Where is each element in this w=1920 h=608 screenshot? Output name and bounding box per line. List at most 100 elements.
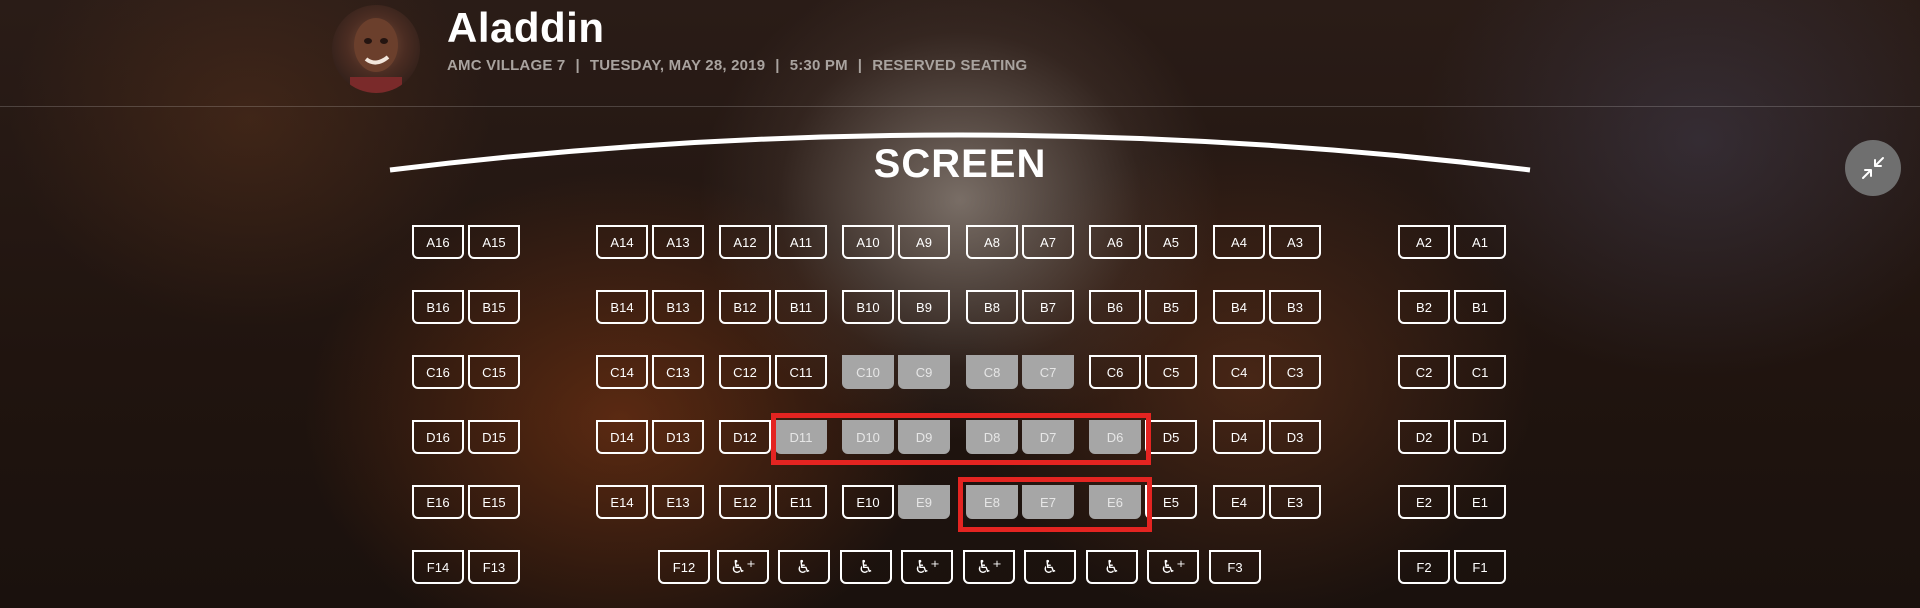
seat-d16[interactable]: D16 — [412, 420, 464, 454]
seat-a12[interactable]: A12 — [719, 225, 771, 259]
seat-b14[interactable]: B14 — [596, 290, 648, 324]
show-time: 5:30 PM — [789, 57, 848, 74]
wheelchair-icon: ♿⁺ — [1160, 557, 1186, 577]
seat-a13[interactable]: A13 — [652, 225, 704, 259]
seat-e1[interactable]: E1 — [1454, 485, 1506, 519]
seat-b3[interactable]: B3 — [1269, 290, 1321, 324]
seat-e2[interactable]: E2 — [1398, 485, 1450, 519]
seat-a2[interactable]: A2 — [1398, 225, 1450, 259]
seat-b15[interactable]: B15 — [468, 290, 520, 324]
wheelchair-icon: ♿⁺ — [976, 557, 1002, 577]
seat-d5[interactable]: D5 — [1145, 420, 1197, 454]
seat-e10[interactable]: E10 — [842, 485, 894, 519]
seat-e15[interactable]: E15 — [468, 485, 520, 519]
seat-d13[interactable]: D13 — [652, 420, 704, 454]
showtime-header: Aladdin AMC VILLAGE 7 | TUESDAY, MAY 28,… — [0, 0, 1920, 107]
wheelchair-icon: ♿⁺ — [730, 557, 756, 577]
seat-a6[interactable]: A6 — [1089, 225, 1141, 259]
separator: | — [857, 57, 863, 74]
seat-b2[interactable]: B2 — [1398, 290, 1450, 324]
seat-f3[interactable]: F3 — [1209, 550, 1261, 584]
seat-d1[interactable]: D1 — [1454, 420, 1506, 454]
seat-c5[interactable]: C5 — [1145, 355, 1197, 389]
seat-e16[interactable]: E16 — [412, 485, 464, 519]
seat-a3[interactable]: A3 — [1269, 225, 1321, 259]
seat-c16[interactable]: C16 — [412, 355, 464, 389]
seat-c1[interactable]: C1 — [1454, 355, 1506, 389]
seat-c11[interactable]: C11 — [775, 355, 827, 389]
seat-a16[interactable]: A16 — [412, 225, 464, 259]
seat-e3[interactable]: E3 — [1269, 485, 1321, 519]
wheelchair-icon: ♿ — [1041, 557, 1059, 577]
seat-c6[interactable]: C6 — [1089, 355, 1141, 389]
seat-b16[interactable]: B16 — [412, 290, 464, 324]
wheelchair-seat[interactable]: ♿ — [840, 550, 892, 584]
seat-c4[interactable]: C4 — [1213, 355, 1265, 389]
seat-c8: C8 — [966, 355, 1018, 389]
seat-a4[interactable]: A4 — [1213, 225, 1265, 259]
seat-c14[interactable]: C14 — [596, 355, 648, 389]
seat-b13[interactable]: B13 — [652, 290, 704, 324]
seat-c12[interactable]: C12 — [719, 355, 771, 389]
wheelchair-icon: ♿⁺ — [914, 557, 940, 577]
seat-d3[interactable]: D3 — [1269, 420, 1321, 454]
seat-a5[interactable]: A5 — [1145, 225, 1197, 259]
separator: | — [575, 57, 580, 74]
seat-c2[interactable]: C2 — [1398, 355, 1450, 389]
seat-b5[interactable]: B5 — [1145, 290, 1197, 324]
seat-a10[interactable]: A10 — [842, 225, 894, 259]
seat-e11[interactable]: E11 — [775, 485, 827, 519]
wheelchair-seat[interactable]: ♿ — [778, 550, 830, 584]
theater-name: AMC VILLAGE 7 — [447, 57, 566, 74]
seat-d12[interactable]: D12 — [719, 420, 771, 454]
seat-d15[interactable]: D15 — [468, 420, 520, 454]
seat-b6[interactable]: B6 — [1089, 290, 1141, 324]
seat-b7[interactable]: B7 — [1022, 290, 1074, 324]
seat-d2[interactable]: D2 — [1398, 420, 1450, 454]
wheelchair-seat[interactable]: ♿⁺ — [963, 550, 1015, 584]
seat-b10[interactable]: B10 — [842, 290, 894, 324]
wheelchair-seat[interactable]: ♿ — [1024, 550, 1076, 584]
seat-a8[interactable]: A8 — [966, 225, 1018, 259]
seat-a14[interactable]: A14 — [596, 225, 648, 259]
selection-highlight-row-e — [958, 477, 1152, 532]
wheelchair-icon: ♿ — [1103, 557, 1121, 577]
seat-e13[interactable]: E13 — [652, 485, 704, 519]
seat-a9[interactable]: A9 — [898, 225, 950, 259]
seat-c3[interactable]: C3 — [1269, 355, 1321, 389]
seat-a11[interactable]: A11 — [775, 225, 827, 259]
showtime-details: AMC VILLAGE 7 | TUESDAY, MAY 28, 2019 | … — [447, 57, 1027, 74]
seat-e4[interactable]: E4 — [1213, 485, 1265, 519]
screen-label: SCREEN — [873, 142, 1047, 186]
seat-c15[interactable]: C15 — [468, 355, 520, 389]
seat-f12[interactable]: F12 — [658, 550, 710, 584]
seat-b11[interactable]: B11 — [775, 290, 827, 324]
seat-b4[interactable]: B4 — [1213, 290, 1265, 324]
seat-c13[interactable]: C13 — [652, 355, 704, 389]
seat-d4[interactable]: D4 — [1213, 420, 1265, 454]
seat-a1[interactable]: A1 — [1454, 225, 1506, 259]
wheelchair-icon: ♿ — [795, 557, 813, 577]
seating-type: RESERVED SEATING — [872, 57, 1028, 74]
wheelchair-seat[interactable]: ♿⁺ — [901, 550, 953, 584]
seat-b1[interactable]: B1 — [1454, 290, 1506, 324]
wheelchair-seat[interactable]: ♿⁺ — [717, 550, 769, 584]
seat-f13[interactable]: F13 — [468, 550, 520, 584]
seat-b8[interactable]: B8 — [966, 290, 1018, 324]
seat-d14[interactable]: D14 — [596, 420, 648, 454]
seat-e5[interactable]: E5 — [1145, 485, 1197, 519]
collapse-button[interactable] — [1845, 140, 1901, 196]
seat-f2[interactable]: F2 — [1398, 550, 1450, 584]
wheelchair-seat[interactable]: ♿⁺ — [1147, 550, 1199, 584]
wheelchair-seat[interactable]: ♿ — [1086, 550, 1138, 584]
seat-a7[interactable]: A7 — [1022, 225, 1074, 259]
seat-f1[interactable]: F1 — [1454, 550, 1506, 584]
seat-f14[interactable]: F14 — [412, 550, 464, 584]
seat-e14[interactable]: E14 — [596, 485, 648, 519]
wheelchair-icon: ♿ — [857, 557, 875, 577]
seat-a15[interactable]: A15 — [468, 225, 520, 259]
seat-e12[interactable]: E12 — [719, 485, 771, 519]
seat-b9[interactable]: B9 — [898, 290, 950, 324]
seat-c9: C9 — [898, 355, 950, 389]
seat-b12[interactable]: B12 — [719, 290, 771, 324]
